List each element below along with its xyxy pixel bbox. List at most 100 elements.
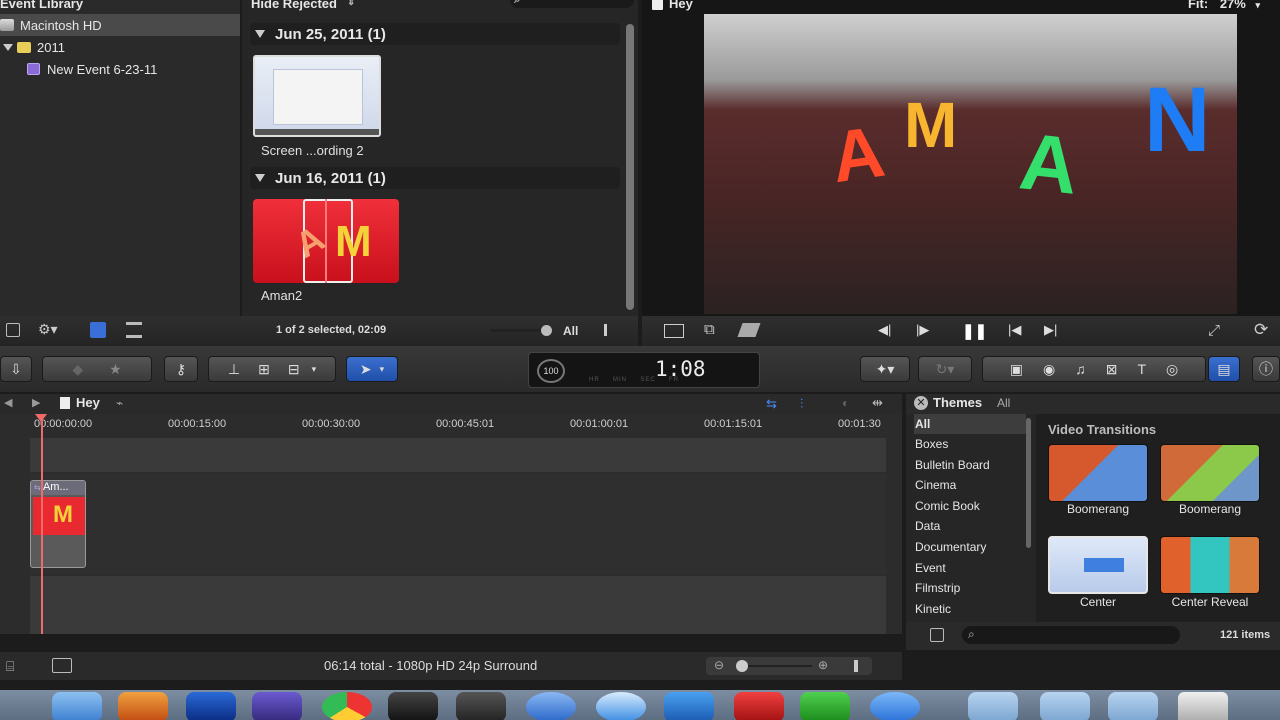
chrome-icon[interactable]	[322, 692, 372, 720]
gear-icon[interactable]: ⚙▾	[38, 321, 58, 338]
select-tool-button[interactable]: ➤ ▾	[346, 356, 398, 382]
downloads-folder-icon[interactable]	[1108, 692, 1158, 720]
date-group-header[interactable]: Jun 16, 2011 (1)	[250, 167, 620, 189]
itunes-icon[interactable]	[596, 692, 646, 720]
enhancements-button[interactable]: ✦▾	[860, 356, 910, 382]
list-view-icon[interactable]	[126, 322, 142, 338]
clip-filter-scope[interactable]: All	[563, 324, 578, 338]
themes-scope[interactable]: All	[997, 396, 1010, 410]
library-toggle-icon[interactable]	[6, 323, 20, 337]
connect-clip-icon[interactable]: ⊥	[228, 361, 240, 378]
clip-thumbnail-screen-recording[interactable]	[253, 55, 381, 137]
star-icon[interactable]: ★	[109, 361, 122, 378]
timeline-index-icon[interactable]	[52, 658, 72, 673]
date-group-header[interactable]: Jun 25, 2011 (1)	[250, 23, 620, 45]
safari-icon[interactable]	[526, 692, 576, 720]
filter-arrows-icon[interactable]: ⇕	[347, 0, 355, 8]
timeline-zoom-control[interactable]: ⊖ ⊕	[706, 657, 872, 675]
final-cut-pro-icon[interactable]	[388, 692, 438, 720]
themes-browser-button[interactable]: ▤	[1208, 356, 1240, 382]
insert-clip-icon[interactable]: ⊞	[258, 361, 270, 378]
app-store-icon[interactable]	[870, 692, 920, 720]
zoom-slider-icon[interactable]: ⇹	[872, 395, 883, 411]
disclosure-triangle-icon[interactable]	[255, 174, 265, 182]
after-effects-icon[interactable]	[252, 692, 302, 720]
previous-edit-icon[interactable]: |◀︎	[1008, 322, 1021, 338]
transition-tile-boomerang-2[interactable]	[1160, 444, 1260, 502]
documents-folder-icon[interactable]	[1040, 692, 1090, 720]
close-icon[interactable]: ✕	[914, 396, 928, 410]
timeline-track-upper[interactable]	[30, 438, 886, 472]
theme-category[interactable]: Boxes	[914, 434, 1026, 454]
trash-icon[interactable]	[1178, 692, 1228, 720]
finder-icon[interactable]	[52, 692, 102, 720]
transition-tile-center[interactable]	[1048, 536, 1148, 594]
filmstrip-view-icon[interactable]	[90, 322, 106, 338]
effects-browser-icon[interactable]: ▣	[1010, 361, 1023, 378]
library-item-2011[interactable]: 2011	[0, 36, 240, 58]
append-clip-icon[interactable]: ⊟	[288, 361, 300, 378]
transition-tile-center-reveal[interactable]	[1160, 536, 1260, 594]
forward-arrow-icon[interactable]: ▶	[32, 396, 40, 409]
chevron-down-icon[interactable]: ▾	[1255, 0, 1260, 10]
chevron-down-icon[interactable]: ▾	[312, 364, 317, 375]
browser-scrollbar[interactable]	[626, 24, 634, 310]
previous-frame-icon[interactable]: ◀︎|	[878, 322, 891, 338]
theme-category[interactable]: Filmstrip	[914, 578, 1026, 598]
play-from-start-icon[interactable]: |▶︎	[916, 322, 929, 338]
retime-button[interactable]: ↻▾	[918, 356, 972, 382]
timeline-primary-storyline[interactable]	[30, 474, 886, 574]
zoom-out-icon[interactable]: ⊖	[714, 658, 724, 672]
hide-rejected-filter[interactable]: Hide Rejected	[251, 0, 337, 11]
applications-folder-icon[interactable]	[968, 692, 1018, 720]
inspector-keyword-button[interactable]: ⚷	[164, 356, 198, 382]
library-item-macintosh-hd[interactable]: Macintosh HD	[0, 14, 240, 36]
disclosure-triangle-icon[interactable]	[3, 43, 13, 51]
pause-icon[interactable]: ❚❚	[962, 322, 987, 340]
theme-category[interactable]: Data	[914, 516, 1026, 536]
clip-thumbnail-aman2[interactable]: M A	[253, 199, 399, 283]
back-arrow-icon[interactable]: ◀	[4, 396, 12, 409]
distort-icon[interactable]	[737, 323, 761, 337]
clip-height-icon[interactable]	[854, 660, 858, 672]
zoom-slider-knob[interactable]	[736, 660, 748, 672]
titles-browser-icon[interactable]: T	[1137, 361, 1146, 377]
background-tasks-meter[interactable]: 100	[537, 359, 565, 383]
iphoto-icon[interactable]	[118, 692, 168, 720]
zoom-value[interactable]: 27%	[1220, 0, 1246, 11]
theme-category[interactable]: Documentary	[914, 537, 1026, 557]
transitions-browser-icon[interactable]: ⊠	[1106, 361, 1118, 378]
disclosure-triangle-icon[interactable]	[255, 30, 265, 38]
photoshop-icon[interactable]	[186, 692, 236, 720]
import-media-button[interactable]: ⇩	[0, 356, 32, 382]
music-browser-icon[interactable]: ♫	[1075, 361, 1086, 377]
excel-icon[interactable]	[800, 692, 850, 720]
sidebar-toggle-icon[interactable]	[930, 628, 944, 642]
timeline-clip[interactable]: ⇆ Am... M	[30, 480, 86, 568]
playhead[interactable]	[41, 416, 43, 634]
loop-playback-icon[interactable]: ⟳	[1254, 320, 1268, 340]
crop-icon[interactable]: ⧉	[704, 321, 715, 338]
keyword-icon[interactable]: ◆	[72, 361, 83, 378]
solo-icon[interactable]: ◐	[842, 396, 849, 410]
theme-category-all[interactable]: All	[914, 414, 1026, 434]
transition-tile-boomerang[interactable]	[1048, 444, 1148, 502]
zoom-slider-knob[interactable]	[541, 325, 552, 336]
acrobat-icon[interactable]	[734, 692, 784, 720]
next-edit-icon[interactable]: ▶︎|	[1044, 322, 1057, 338]
search-input[interactable]: ⌕	[510, 0, 634, 8]
inspector-button[interactable]: ⓘ	[1252, 356, 1280, 382]
themes-search-input[interactable]: ⌕	[962, 626, 1180, 644]
clip-appearance-icon[interactable]	[604, 324, 607, 336]
motion-icon[interactable]	[456, 692, 506, 720]
transform-icon[interactable]	[664, 324, 684, 338]
timeline-track-lower[interactable]	[30, 576, 886, 634]
fit-zoom-control[interactable]: Fit: 27% ▾	[1188, 0, 1260, 11]
theme-category[interactable]: Event	[914, 558, 1026, 578]
theme-category[interactable]: Comic Book	[914, 496, 1026, 516]
theme-category[interactable]: Kinetic	[914, 599, 1026, 619]
fullscreen-icon[interactable]: ⤢	[1208, 322, 1220, 339]
audio-waveform-icon[interactable]: ⫶	[800, 396, 803, 412]
library-item-new-event[interactable]: New Event 6-23-11	[0, 58, 240, 80]
categories-scrollbar[interactable]	[1026, 418, 1031, 548]
